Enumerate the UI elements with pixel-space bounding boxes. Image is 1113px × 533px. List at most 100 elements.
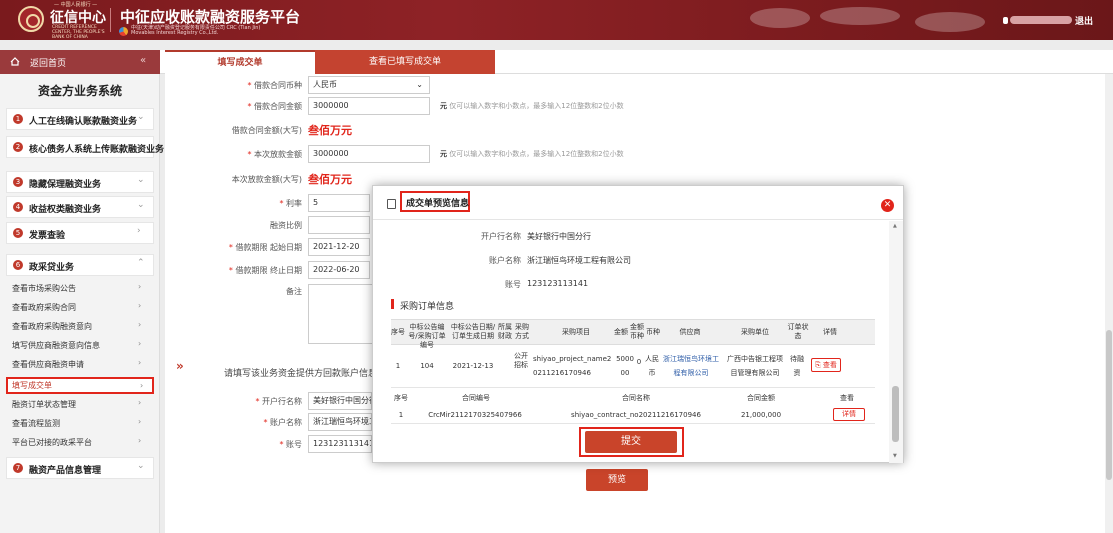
section-label: 发票查验 bbox=[29, 231, 66, 241]
loan-amount-input[interactable]: 3000000 bbox=[308, 145, 430, 163]
account-name-input[interactable]: 浙江瑞恒鸟环境工 bbox=[308, 413, 372, 431]
chevron-right-icon: › bbox=[137, 226, 141, 236]
sidebar-item-supplier-application[interactable]: 查看供应商融资申请 › bbox=[6, 356, 154, 373]
sidebar-section-invoice-check[interactable]: 5 发票查验 › bbox=[6, 222, 154, 244]
required-mark: * bbox=[279, 440, 284, 449]
tab-view-filled-deal-forms[interactable]: 查看已填写成交单 bbox=[315, 50, 495, 74]
form-row-end-date: * 借款期限 终止日期 2022-06-20 bbox=[222, 261, 392, 279]
modal-scrollbar-thumb[interactable] bbox=[892, 386, 899, 442]
sidebar-item-process-monitor[interactable]: 查看流程监测 › bbox=[6, 415, 154, 432]
preview-account-number-label: 账号 bbox=[505, 280, 521, 289]
close-icon[interactable]: ✕ bbox=[881, 199, 894, 212]
ct-name: shiyao_contract_no20211216170946 bbox=[571, 411, 701, 419]
required-mark: * bbox=[247, 102, 252, 111]
account-number-input[interactable]: 123123113141 bbox=[308, 435, 372, 453]
account-name-label: * 账户名称 bbox=[222, 417, 302, 428]
sidebar-item-market-announcements[interactable]: 查看市场采购公告 › bbox=[6, 280, 154, 297]
po-col-amount: 金额 bbox=[614, 328, 628, 336]
po-amount-ccy: 0 bbox=[636, 358, 642, 366]
po-col-status: 订单状态 bbox=[787, 323, 809, 340]
start-date-input[interactable]: 2021-12-20 bbox=[308, 238, 370, 256]
contract-amount-input[interactable]: 3000000 bbox=[308, 97, 430, 115]
ct-col-view: 查看 bbox=[840, 394, 854, 402]
sidebar-section-income-rights[interactable]: 4 收益权类融资业务 ⌄ bbox=[6, 196, 154, 218]
ct-col-code: 合同编号 bbox=[462, 394, 490, 402]
po-supplier-link[interactable]: 浙江瑞恒鸟环境工程有限公司 bbox=[663, 352, 719, 380]
remark-textarea[interactable] bbox=[308, 284, 373, 344]
org-english-name: CREDIT REFERENCE CENTER, THE PEOPLE'S BA… bbox=[52, 25, 105, 40]
sidebar-item-label: 融资订单状态管理 bbox=[12, 400, 76, 409]
section-label: 隐藏保理融资业务 bbox=[29, 180, 102, 190]
sidebar-item-order-status[interactable]: 融资订单状态管理 › bbox=[6, 396, 154, 413]
amount-unit: 元 bbox=[440, 102, 447, 110]
account-number-label-text: 账号 bbox=[286, 440, 302, 449]
sidebar-item-government-contracts[interactable]: 查看政府采购合同 › bbox=[6, 299, 154, 316]
sidebar-section-hidden-factoring[interactable]: 3 隐藏保理融资业务 ⌄ bbox=[6, 171, 154, 193]
page-scrollbar-thumb[interactable] bbox=[1106, 330, 1112, 480]
end-date-input[interactable]: 2022-06-20 bbox=[308, 261, 370, 279]
contract-amount-label: * 借款合同金额 bbox=[222, 101, 302, 112]
bank-input[interactable]: 美好银行中国分行 bbox=[308, 392, 372, 410]
po-col-amount-ccy: 金额币种 bbox=[630, 323, 644, 340]
world-map-icon bbox=[750, 7, 985, 32]
chevron-right-icon: › bbox=[138, 320, 142, 329]
user-avatar-icon bbox=[1003, 17, 1008, 24]
po-date: 2021-12-13 bbox=[452, 362, 494, 370]
ct-col-no: 序号 bbox=[394, 394, 408, 402]
modal-body: 开户行名称 美好银行中国分行 账户名称 浙江瑞恒鸟环境工程有限公司 账号 123… bbox=[373, 221, 889, 463]
tab-fill-deal-form[interactable]: 填写成交单 bbox=[165, 50, 315, 74]
submit-button[interactable]: 提交 bbox=[585, 431, 677, 453]
po-col-project: 采购项目 bbox=[562, 328, 590, 336]
chevron-right-icon: › bbox=[138, 301, 142, 310]
sidebar-section-government-procurement[interactable]: 6 政采贷业务 ⌃ bbox=[6, 254, 154, 276]
po-col-date: 中标公告日期/订单生成日期 bbox=[450, 323, 496, 340]
chevron-right-icon: › bbox=[138, 339, 142, 348]
po-table-header: 序号 中标公告编号/采购订单编号 中标公告日期/订单生成日期 所属财政 采购方式… bbox=[391, 319, 875, 349]
sidebar-item-fill-deal-form[interactable]: 填写成交单 › bbox=[6, 377, 154, 394]
preview-account-number-value: 123123113141 bbox=[527, 279, 589, 288]
po-section-title: 采购订单信息 bbox=[400, 302, 455, 312]
required-mark: * bbox=[247, 150, 252, 159]
home-icon bbox=[10, 57, 20, 66]
collapse-sidebar-icon[interactable]: « bbox=[140, 55, 146, 66]
preview-account-name-value: 浙江瑞恒鸟环境工程有限公司 bbox=[527, 256, 631, 265]
preview-button[interactable]: 预览 bbox=[586, 469, 648, 491]
po-view-button[interactable]: ⎘ 查看 bbox=[811, 358, 841, 372]
currency-label-text: 借款合同币种 bbox=[254, 81, 302, 90]
contract-table-header: 序号 合同编号 合同名称 合同金额 查看 bbox=[391, 391, 875, 405]
section-number: 2 bbox=[13, 142, 23, 152]
sidebar-section-core-debtor-upload[interactable]: 2 核心债务人系统上传账款融资业务 ⌄ bbox=[6, 136, 164, 158]
currency-select[interactable]: 人民币 ⌄ bbox=[308, 76, 430, 94]
po-code: 104 bbox=[420, 362, 434, 370]
sidebar-section-manual-confirm[interactable]: 1 人工在线确认账款融资业务 ⌄ bbox=[6, 108, 154, 130]
amount-hint-text: 仅可以输入数字和小数点，最多输入12位整数和2位小数 bbox=[449, 150, 624, 158]
sidebar-item-supplier-intent[interactable]: 填写供应商融资意向信息 › bbox=[6, 337, 154, 354]
logout-link[interactable]: 退出 bbox=[1075, 14, 1093, 27]
sidebar-item-connected-platforms[interactable]: 平台已对接的政采平台 › bbox=[6, 434, 154, 451]
preview-row-account-number: 账号 123123113141 bbox=[373, 275, 889, 293]
scroll-up-icon[interactable]: ▲ bbox=[893, 223, 897, 229]
form-row-ratio: 融资比例 bbox=[222, 216, 392, 234]
amount-hint-text: 仅可以输入数字和小数点，最多输入12位整数和2位小数 bbox=[449, 102, 624, 110]
sidebar-section-product-info[interactable]: 7 融资产品信息管理 ⌄ bbox=[6, 457, 154, 479]
home-button[interactable]: 返回首页 « bbox=[0, 50, 160, 74]
ct-amount: 21,000,000 bbox=[740, 411, 782, 419]
chevron-up-icon: ⌃ bbox=[137, 258, 145, 268]
home-label: 返回首页 bbox=[30, 59, 67, 69]
modal-header: 成交单预览信息 ✕ bbox=[373, 186, 903, 220]
form-row-contract-amount: * 借款合同金额 3000000 元 仅可以输入数字和小数点，最多输入12位整数… bbox=[222, 97, 722, 115]
section-number: 7 bbox=[13, 463, 23, 473]
sidebar-item-label: 填写成交单 bbox=[12, 381, 52, 390]
account-name-label-text: 账户名称 bbox=[270, 418, 302, 427]
modal-scrollbar[interactable]: ▲ ▼ bbox=[889, 221, 903, 463]
ct-detail-button[interactable]: 详情 bbox=[833, 408, 865, 421]
ratio-input[interactable] bbox=[308, 216, 370, 234]
required-mark: * bbox=[255, 397, 260, 406]
preview-bank-value: 美好银行中国分行 bbox=[527, 232, 591, 241]
sidebar-item-financing-intent[interactable]: 查看政府采购融资意向 › bbox=[6, 318, 154, 335]
po-col-detail: 详情 bbox=[823, 328, 837, 336]
form-row-remark: 备注 bbox=[222, 282, 322, 300]
rate-input[interactable]: 5 bbox=[308, 194, 370, 212]
scroll-down-icon[interactable]: ▼ bbox=[893, 453, 897, 459]
po-view-label: 查看 bbox=[822, 361, 837, 369]
